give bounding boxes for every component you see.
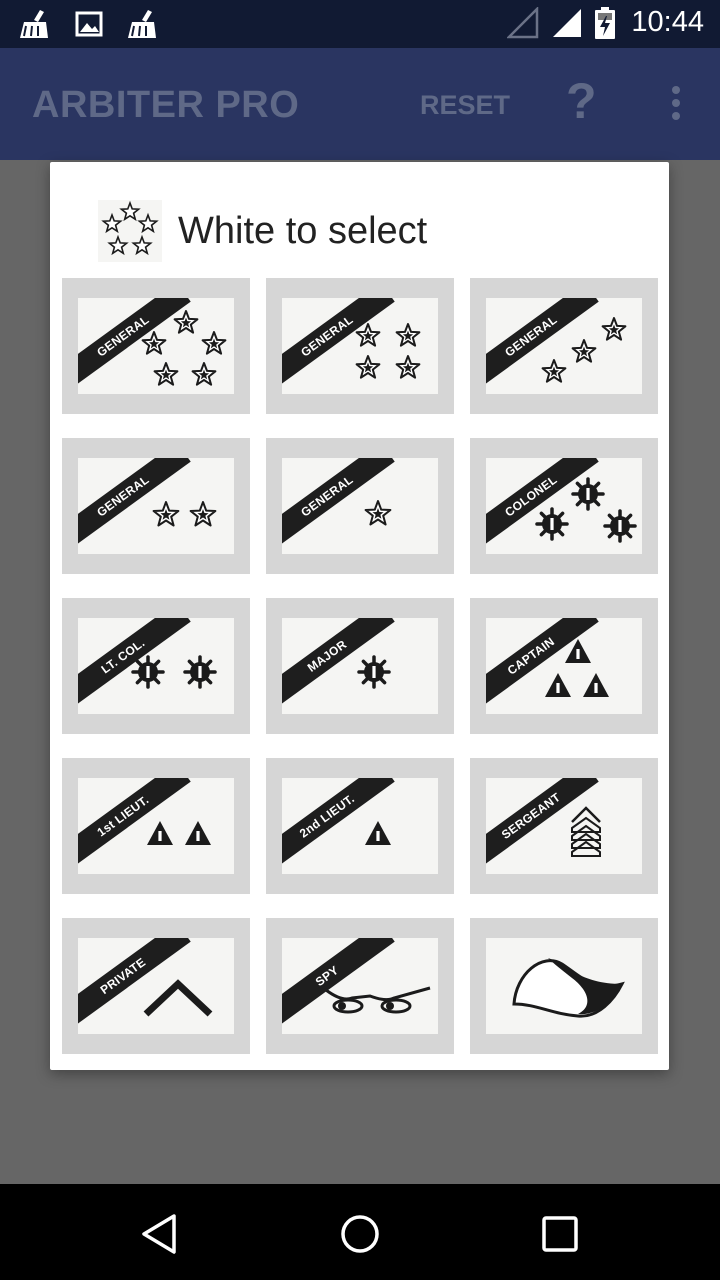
notification-icons [18, 8, 160, 40]
no-signal-icon [507, 6, 539, 38]
piece-tile[interactable]: SPY [266, 918, 454, 1054]
piece-tile[interactable]: GENERAL [266, 438, 454, 574]
piece-tile[interactable]: GENERAL [62, 438, 250, 574]
piece-tile[interactable]: GENERAL [62, 278, 250, 414]
piece-card: GENERAL [78, 458, 234, 554]
battery-charging-icon [595, 6, 616, 39]
piece-card: GENERAL [486, 298, 642, 394]
signal-icon [553, 8, 582, 37]
cleaner-icon [20, 10, 48, 38]
piece-tile[interactable]: COLONEL [470, 438, 658, 574]
piece-tile[interactable]: 1st LIEUT. [62, 758, 250, 894]
piece-card [486, 938, 642, 1034]
piece-tile[interactable]: GENERAL [266, 278, 454, 414]
piece-card: CAPTAIN [486, 618, 642, 714]
piece-tile[interactable]: MAJOR [266, 598, 454, 734]
piece-select-dialog: White to select GENERAL GENERAL GENERAL GEN… [50, 162, 669, 1070]
app-bar: ARBITER PRO RESET ? [0, 48, 720, 160]
recents-icon[interactable] [538, 1212, 582, 1256]
piece-tile[interactable]: PRIVATE [62, 918, 250, 1054]
home-icon[interactable] [338, 1212, 382, 1256]
app-title: ARBITER PRO [32, 84, 300, 126]
piece-card: PRIVATE [78, 938, 234, 1034]
dialog-title: White to select [178, 210, 428, 252]
reset-button[interactable]: RESET [420, 90, 510, 121]
back-icon[interactable] [138, 1212, 182, 1256]
piece-card: GENERAL [282, 298, 438, 394]
piece-tile[interactable] [470, 918, 658, 1054]
piece-card: GENERAL [78, 298, 234, 394]
piece-tile[interactable]: CAPTAIN [470, 598, 658, 734]
clock: 10:44 [631, 6, 704, 38]
piece-card: SERGEANT [486, 778, 642, 874]
piece-tile[interactable]: LT. COL. [62, 598, 250, 734]
cleaner-icon [128, 10, 156, 38]
help-button[interactable]: ? [566, 76, 597, 126]
status-bar: 10:44 [0, 0, 720, 48]
piece-card: SPY [282, 938, 438, 1034]
piece-card: GENERAL [282, 458, 438, 554]
piece-tile[interactable]: SERGEANT [470, 758, 658, 894]
piece-card: LT. COL. [78, 618, 234, 714]
piece-tile[interactable]: 2nd LIEUT. [266, 758, 454, 894]
piece-card: MAJOR [282, 618, 438, 714]
piece-card: 2nd LIEUT. [282, 778, 438, 874]
piece-card: COLONEL [486, 458, 642, 554]
piece-card: 1st LIEUT. [78, 778, 234, 874]
piece-tile[interactable]: GENERAL [470, 278, 658, 414]
image-icon [75, 11, 103, 37]
overflow-menu-icon[interactable] [668, 86, 684, 122]
navigation-bar [0, 1184, 720, 1280]
five-star-icon [98, 200, 162, 262]
piece-flag-icon [512, 958, 625, 1018]
